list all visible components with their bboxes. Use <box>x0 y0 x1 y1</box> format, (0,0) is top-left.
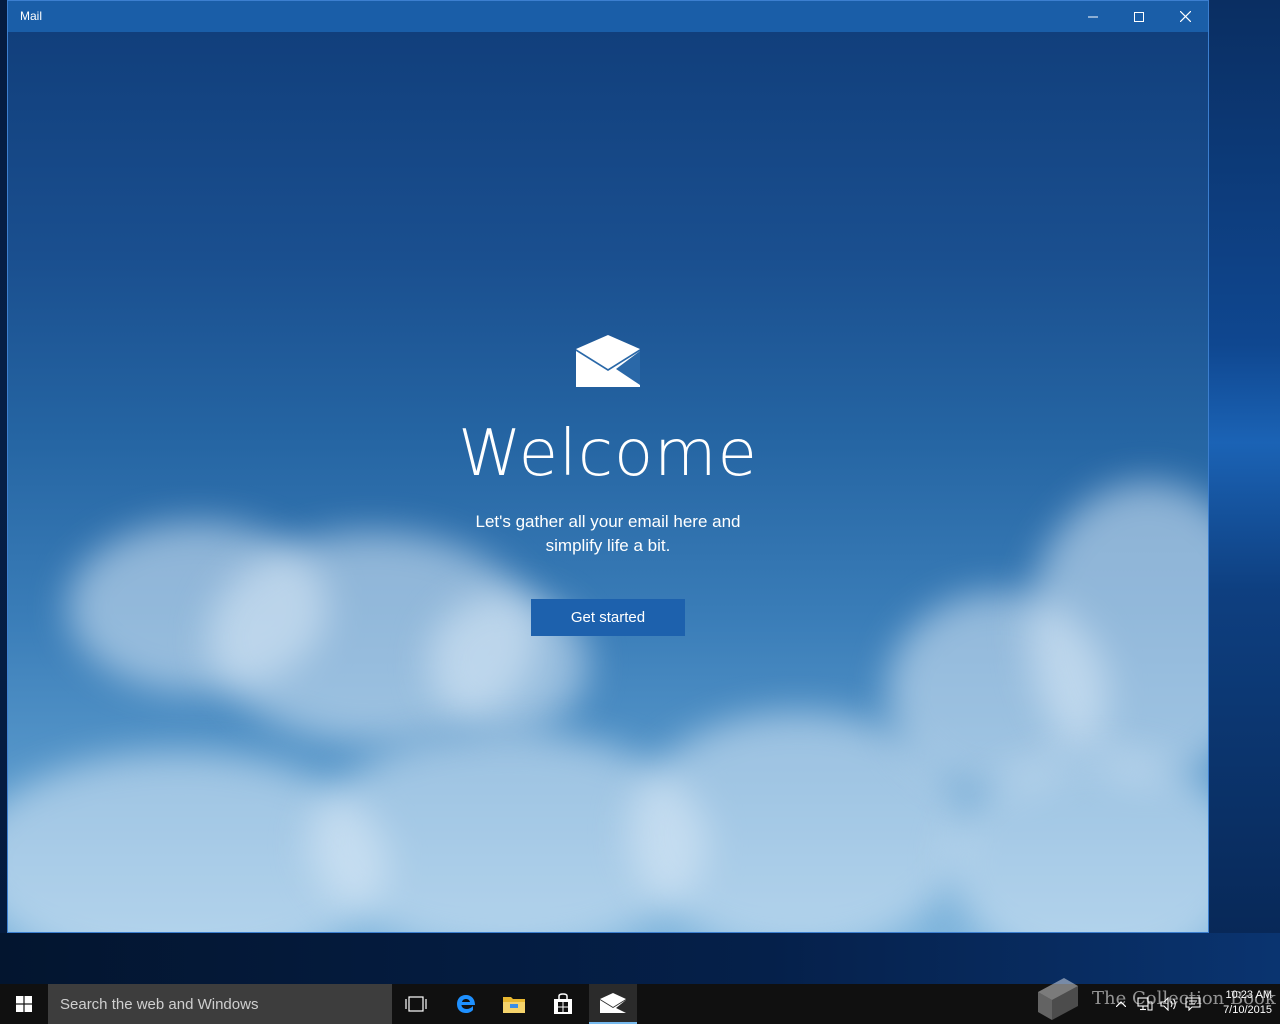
action-center-button[interactable] <box>1182 984 1204 1024</box>
network-button[interactable] <box>1134 984 1156 1024</box>
start-button[interactable] <box>0 984 48 1024</box>
mail-envelope-icon <box>576 335 640 387</box>
title-bar[interactable]: Mail <box>8 1 1208 32</box>
volume-button[interactable] <box>1158 984 1180 1024</box>
store-button[interactable] <box>539 984 587 1024</box>
welcome-background: Welcome Let's gather all your email here… <box>8 32 1208 932</box>
get-started-button[interactable]: Get started <box>531 599 685 636</box>
task-view-button[interactable] <box>392 984 440 1024</box>
task-view-icon <box>405 996 427 1012</box>
edge-icon <box>457 995 475 1013</box>
action-center-icon <box>1185 997 1201 1011</box>
minimize-button[interactable] <box>1070 1 1116 32</box>
taskbar: Search the web and Windows The Collectio… <box>0 978 1280 1024</box>
desktop-background <box>1200 0 1280 984</box>
welcome-subtitle: Let's gather all your email here and sim… <box>475 512 741 555</box>
clock-time: 10:23 AM <box>1225 989 1272 1001</box>
network-icon <box>1137 997 1153 1011</box>
chevron-up-icon <box>1116 1001 1126 1007</box>
clock[interactable]: 10:23 AM 7/10/2015 <box>1206 988 1272 1018</box>
windows-logo-icon <box>16 996 32 1012</box>
window-title: Mail <box>20 9 43 23</box>
mail-icon <box>600 993 626 1013</box>
maximize-button[interactable] <box>1116 1 1162 32</box>
close-icon <box>1179 11 1191 22</box>
book-watermark-icon <box>1038 978 1078 1020</box>
maximize-icon <box>1134 11 1144 22</box>
file-explorer-icon <box>503 997 525 1013</box>
file-explorer-button[interactable] <box>490 984 538 1024</box>
close-button[interactable] <box>1162 1 1208 32</box>
welcome-heading: Welcome <box>458 417 758 491</box>
search-input[interactable]: Search the web and Windows <box>48 984 392 1024</box>
store-icon <box>554 993 572 1014</box>
minimize-icon <box>1088 16 1098 17</box>
welcome-panel: Welcome Let's gather all your email here… <box>8 32 1208 932</box>
mail-window: Mail Welcome Let's gather all your email… <box>7 0 1209 933</box>
edge-button[interactable] <box>442 984 490 1024</box>
mail-taskbar-button[interactable] <box>589 984 637 1024</box>
volume-icon <box>1160 997 1176 1011</box>
show-hidden-icons-button[interactable] <box>1112 984 1130 1024</box>
clock-date: 7/10/2015 <box>1223 1004 1272 1016</box>
desktop-background-bottom <box>0 933 1280 984</box>
